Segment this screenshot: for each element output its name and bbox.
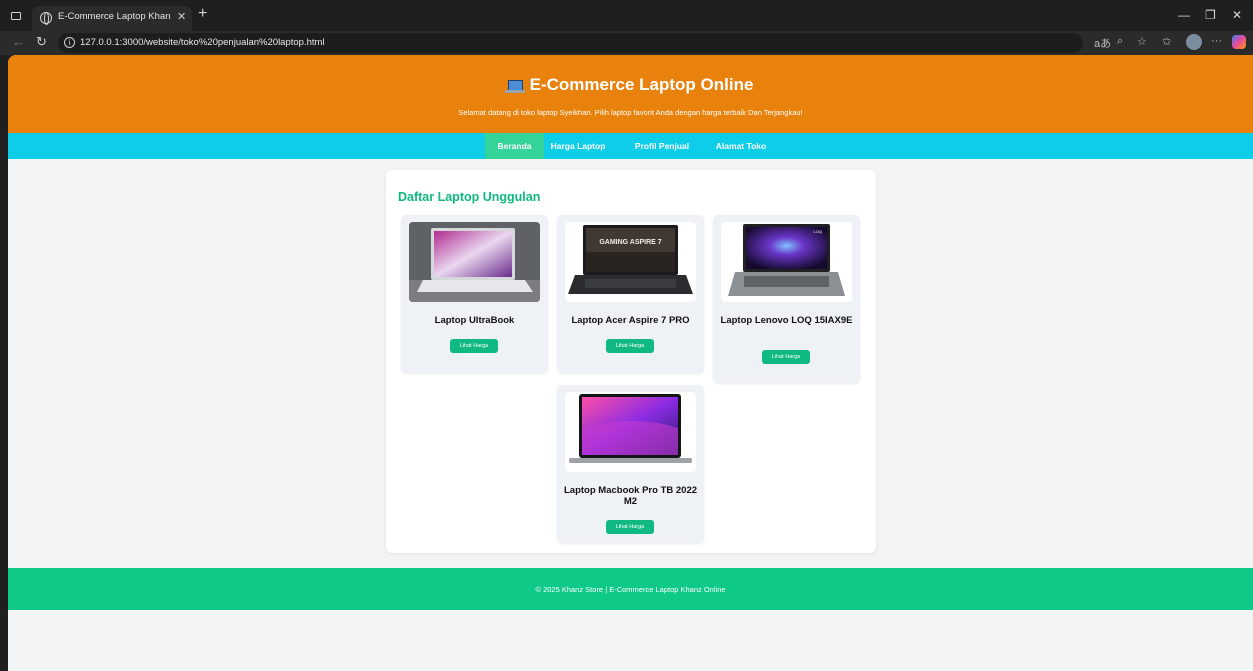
- lenovo-screen-text: LOQ: [814, 229, 822, 234]
- product-name: Laptop Acer Aspire 7 PRO: [571, 315, 690, 326]
- minimize-icon[interactable]: —: [1178, 8, 1190, 22]
- nav-beranda[interactable]: Beranda: [485, 133, 544, 159]
- lihat-harga-button[interactable]: Lihat Harga: [450, 339, 498, 353]
- tab-actions-icon[interactable]: [11, 12, 21, 20]
- product-list-card: Daftar Laptop Unggulan Laptop UltraBook …: [386, 170, 876, 553]
- site-nav: Beranda Harga Laptop Profil Penjual Alam…: [8, 133, 1253, 159]
- tab-title: E-Commerce Laptop Khanz Online: [58, 11, 170, 22]
- nav-alamat-toko[interactable]: Alamat Toko: [710, 133, 772, 159]
- nav-profil-penjual[interactable]: Profil Penjual: [626, 133, 698, 159]
- globe-icon: [40, 12, 52, 25]
- url-text: 127.0.0.1:3000/website/toko%20penjualan%…: [80, 37, 325, 48]
- site-title-text: E-Commerce Laptop Online: [529, 75, 754, 94]
- lihat-harga-button[interactable]: Lihat Harga: [606, 520, 654, 534]
- page-viewport: E-Commerce Laptop Online Selamat datang …: [8, 55, 1253, 671]
- browser-tab-bar: E-Commerce Laptop Khanz Online ✕ + — ❐ ✕: [0, 0, 1253, 31]
- product-card-ultrabook: Laptop UltraBook Lihat Harga: [401, 215, 548, 373]
- profile-avatar[interactable]: [1186, 34, 1202, 50]
- new-tab-button[interactable]: +: [198, 5, 207, 23]
- footer-text: © 2025 Khanz Store | E-Commerce Laptop K…: [535, 585, 726, 594]
- close-tab-icon[interactable]: ✕: [177, 10, 186, 23]
- laptop-icon: [504, 80, 525, 93]
- product-card-macbook-pro: Laptop Macbook Pro TB 2022 M2 Lihat Harg…: [557, 385, 704, 543]
- copilot-icon[interactable]: [1232, 35, 1246, 49]
- back-icon[interactable]: ←: [12, 34, 25, 49]
- site-info-icon[interactable]: i: [64, 37, 75, 48]
- lihat-harga-button[interactable]: Lihat Harga: [606, 339, 654, 353]
- product-image-ultrabook[interactable]: [409, 222, 540, 302]
- nav-harga-laptop[interactable]: Harga Laptop: [544, 133, 612, 159]
- close-window-icon[interactable]: ✕: [1232, 8, 1242, 22]
- lihat-harga-button[interactable]: Lihat Harga: [762, 350, 810, 364]
- zoom-icon[interactable]: ⌕: [1117, 35, 1123, 48]
- product-name: Laptop Lenovo LOQ 15IAX9E: [720, 315, 853, 326]
- url-field[interactable]: i 127.0.0.1:3000/website/toko%20penjuala…: [58, 33, 1083, 53]
- site-title: E-Commerce Laptop Online: [8, 75, 1253, 95]
- product-name: Laptop UltraBook: [434, 315, 515, 326]
- section-title: Daftar Laptop Unggulan: [398, 190, 541, 204]
- favorite-star-icon[interactable]: ☆: [1137, 35, 1147, 48]
- browser-tab[interactable]: E-Commerce Laptop Khanz Online ✕: [32, 6, 192, 31]
- product-image-macbook-pro[interactable]: [565, 392, 696, 472]
- read-aloud-icon[interactable]: aあ: [1094, 35, 1111, 51]
- product-name: Laptop Macbook Pro TB 2022 M2: [563, 485, 698, 507]
- browser-address-bar: ← ↻ i 127.0.0.1:3000/website/toko%20penj…: [0, 31, 1253, 55]
- more-menu-icon[interactable]: ···: [1211, 35, 1222, 47]
- site-footer: © 2025 Khanz Store | E-Commerce Laptop K…: [8, 568, 1253, 610]
- restore-icon[interactable]: ❐: [1205, 8, 1216, 22]
- favorites-icon[interactable]: ✩: [1162, 35, 1171, 48]
- product-image-lenovo-loq[interactable]: LOQ: [721, 222, 852, 302]
- product-card-lenovo-loq: LOQ Laptop Lenovo LOQ 15IAX9E Lihat Harg…: [713, 215, 860, 383]
- product-card-acer-aspire: GAMING ASPIRE 7 Laptop Acer Aspire 7 PRO…: [557, 215, 704, 373]
- site-subtitle: Selamat datang di toko laptop Syeikhan. …: [458, 108, 803, 117]
- acer-screen-text: GAMING ASPIRE 7: [599, 239, 661, 246]
- product-image-acer-aspire[interactable]: GAMING ASPIRE 7: [565, 222, 696, 302]
- reload-icon[interactable]: ↻: [36, 34, 47, 50]
- site-header: E-Commerce Laptop Online Selamat datang …: [8, 55, 1253, 133]
